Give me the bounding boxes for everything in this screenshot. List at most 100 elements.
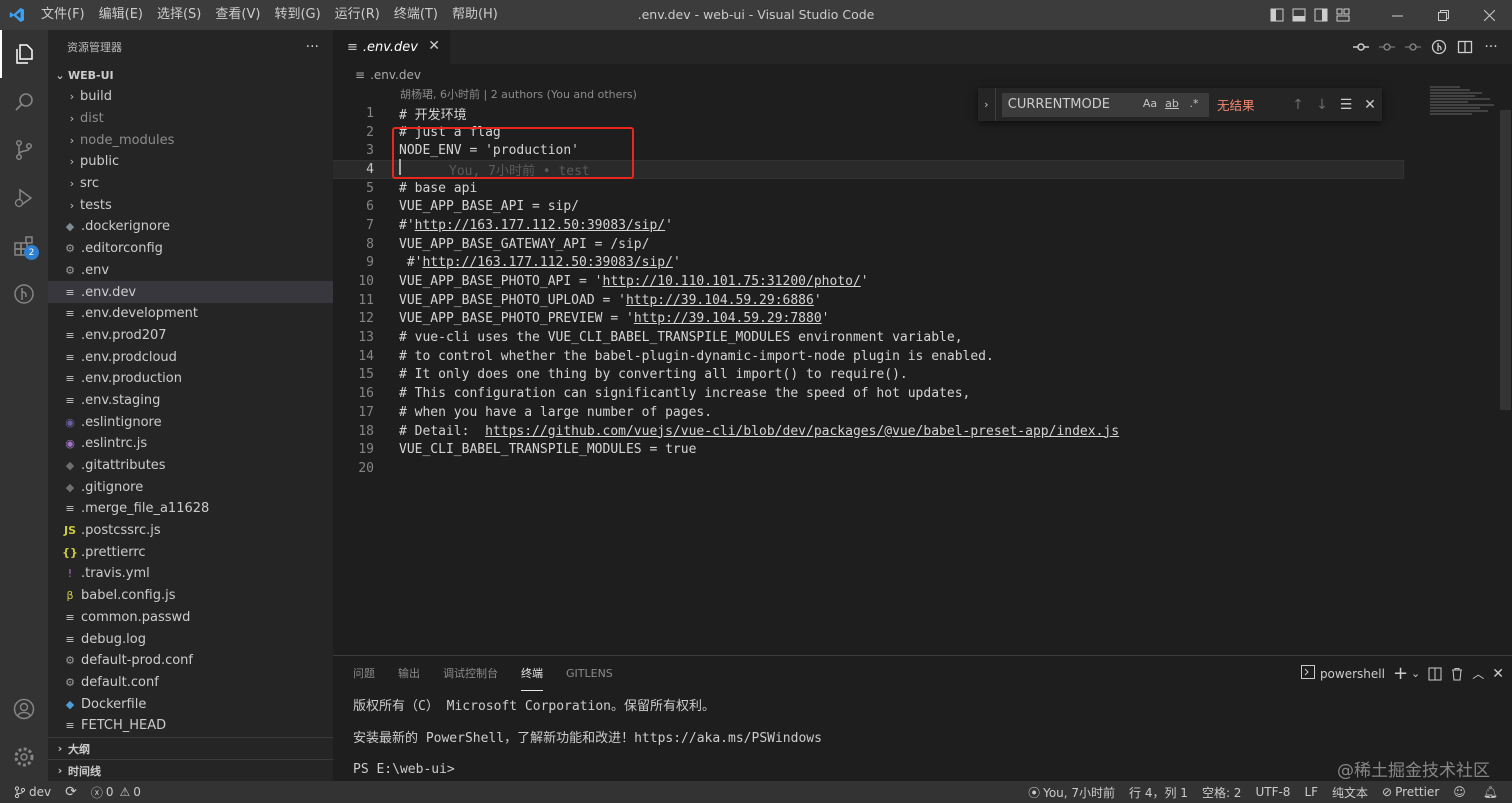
end-of-line[interactable]: LF	[1297, 785, 1325, 799]
code-line[interactable]: 9 #'http://163.177.112.50:39083/sip/'	[333, 254, 1512, 273]
notifications-bell-icon[interactable]: 🔔︎	[1476, 785, 1512, 799]
minimap[interactable]	[1430, 86, 1498, 126]
sync-icon[interactable]: ⟳	[58, 784, 84, 800]
menu-item[interactable]: 文件(F)	[34, 0, 92, 30]
git-branch-indicator[interactable]: dev	[0, 785, 58, 799]
next-match-icon[interactable]: ↓	[1310, 97, 1334, 113]
terminal-output[interactable]: 版权所有（C） Microsoft Corporation。保留所有权利。 安装最…	[333, 691, 1512, 786]
code-link[interactable]: http://39.104.59.29:6886	[626, 293, 814, 308]
trash-icon[interactable]	[1450, 656, 1464, 691]
split-editor-icon[interactable]	[1452, 35, 1478, 59]
code-line[interactable]: 13 # vue-cli uses the VUE_CLI_BABEL_TRANS…	[333, 328, 1512, 347]
source-control-icon[interactable]	[0, 126, 48, 174]
tree-file[interactable]: ≡ .env.dev	[48, 281, 333, 303]
panel-tab[interactable]: GITLENS	[566, 656, 613, 691]
terminal-shell-selector[interactable]: powershell	[1300, 656, 1385, 691]
tab-env-dev[interactable]: ≡ .env.dev ✕	[333, 30, 450, 64]
new-terminal-icon[interactable]: +	[1393, 656, 1408, 691]
more-actions-button[interactable]: ···	[306, 39, 319, 55]
code-line[interactable]: 10 VUE_APP_BASE_PHOTO_API = 'http://10.11…	[333, 272, 1512, 291]
indentation[interactable]: 空格: 2	[1195, 784, 1249, 801]
menu-item[interactable]: 运行(R)	[328, 0, 387, 30]
toggle-primary-sidebar-icon[interactable]	[1266, 0, 1288, 30]
problems-indicator[interactable]: ⓧ 0 ⚠ 0	[84, 784, 148, 801]
menu-item[interactable]: 选择(S)	[150, 0, 208, 30]
code-link[interactable]: http://39.104.59.29:7880	[634, 311, 822, 326]
tree-file[interactable]: ≡ .env.staging	[48, 390, 333, 412]
toggle-panel-icon[interactable]	[1288, 0, 1310, 30]
tree-file[interactable]: ◆ .gitignore	[48, 476, 333, 498]
tree-file[interactable]: ◉ .eslintignore	[48, 411, 333, 433]
explorer-icon[interactable]	[0, 30, 48, 78]
code-line[interactable]: 7 #'http://163.177.112.50:39083/sip/'	[333, 216, 1512, 235]
tree-file[interactable]: ≡ .env.prod207	[48, 325, 333, 347]
toggle-replace-icon[interactable]: ›	[978, 88, 996, 121]
manage-gear-icon[interactable]	[0, 733, 48, 781]
next-change-icon[interactable]	[1400, 35, 1426, 59]
tree-folder[interactable]: › node_modules	[48, 129, 333, 151]
menu-item[interactable]: 终端(T)	[387, 0, 445, 30]
tree-file[interactable]: ! .travis.yml	[48, 563, 333, 585]
tree-file[interactable]: ≡ .env.development	[48, 303, 333, 325]
cursor-position[interactable]: 行 4，列 1	[1122, 784, 1195, 801]
tree-folder[interactable]: › dist	[48, 108, 333, 130]
tree-file[interactable]: ⚙ default.conf	[48, 672, 333, 694]
tree-file[interactable]: ≡ FETCH_HEAD	[48, 715, 333, 737]
tree-file[interactable]: ≡ common.passwd	[48, 607, 333, 629]
match-case-toggle[interactable]: Aa	[1139, 97, 1161, 110]
menu-item[interactable]: 查看(V)	[208, 0, 267, 30]
gitlens-blame-icon[interactable]	[1426, 35, 1452, 59]
menu-item[interactable]: 转到(G)	[267, 0, 327, 30]
outline-section[interactable]: › 大纲	[48, 737, 333, 759]
previous-change-icon[interactable]	[1374, 35, 1400, 59]
tree-file[interactable]: β babel.config.js	[48, 585, 333, 607]
code-line[interactable]: 6 VUE_APP_BASE_API = sip/	[333, 197, 1512, 216]
menu-item[interactable]: 编辑(E)	[92, 0, 150, 30]
more-actions-icon[interactable]: ···	[1478, 35, 1504, 59]
gitlens-blame-status[interactable]: ⦿ You, 7小时前	[1021, 784, 1122, 801]
breadcrumb[interactable]: ≡ .env.dev	[333, 64, 1512, 86]
workspace-root[interactable]: ⌄ WEB-UI	[48, 64, 333, 86]
code-line[interactable]: 18 # Detail: https://github.com/vuejs/vue…	[333, 422, 1512, 441]
match-whole-word-toggle[interactable]: ab	[1161, 97, 1183, 110]
git-compare-icon[interactable]	[1348, 35, 1374, 59]
chevron-down-icon[interactable]: ⌄	[1411, 656, 1420, 691]
tree-file[interactable]: ≡ .env.production	[48, 368, 333, 390]
code-link[interactable]: http://163.177.112.50:39083/sip/	[415, 218, 665, 233]
code-line[interactable]: 12 VUE_APP_BASE_PHOTO_PREVIEW = 'http://3…	[333, 310, 1512, 329]
gitlens-icon[interactable]	[0, 270, 48, 318]
menu-item[interactable]: 帮助(H)	[445, 0, 505, 30]
code-line[interactable]: 15 # It only does one thing by converting…	[333, 366, 1512, 385]
run-debug-icon[interactable]	[0, 174, 48, 222]
prettier-status[interactable]: ⊘ Prettier	[1375, 785, 1446, 799]
tree-folder[interactable]: › tests	[48, 194, 333, 216]
find-in-selection-icon[interactable]: ☰	[1334, 97, 1358, 113]
tree-file[interactable]: ⚙ default-prod.conf	[48, 650, 333, 672]
search-icon[interactable]	[0, 78, 48, 126]
find-input[interactable]: CURRENTMODE Aa ab .*	[1001, 92, 1209, 117]
editor-scrollbar[interactable]	[1498, 86, 1512, 646]
language-mode[interactable]: 纯文本	[1325, 784, 1375, 801]
toggle-secondary-sidebar-icon[interactable]	[1310, 0, 1332, 30]
encoding[interactable]: UTF-8	[1248, 785, 1297, 799]
code-line[interactable]: 11 VUE_APP_BASE_PHOTO_UPLOAD = 'http://39…	[333, 291, 1512, 310]
timeline-section[interactable]: › 时间线	[48, 759, 333, 781]
restore-icon[interactable]	[1420, 0, 1466, 30]
close-panel-icon[interactable]: ✕	[1492, 656, 1504, 691]
customize-layout-icon[interactable]	[1332, 0, 1354, 30]
close-window-icon[interactable]	[1466, 0, 1512, 30]
panel-tab[interactable]: 终端	[521, 656, 543, 691]
tree-file[interactable]: ⚙ .editorconfig	[48, 238, 333, 260]
panel-tab[interactable]: 问题	[353, 656, 375, 691]
code-line[interactable]: 17 # when you have a large number of page…	[333, 403, 1512, 422]
tree-file[interactable]: {} .prettierrc	[48, 541, 333, 563]
tree-folder[interactable]: › public	[48, 151, 333, 173]
tree-file[interactable]: ⚙ .env	[48, 260, 333, 282]
code-line[interactable]: 20	[333, 459, 1512, 478]
tree-file[interactable]: ≡ .merge_file_a11628	[48, 498, 333, 520]
maximize-panel-icon[interactable]: ︿	[1472, 656, 1484, 691]
code-link[interactable]: https://github.com/vuejs/vue-cli/blob/de…	[485, 424, 1119, 439]
use-regex-toggle[interactable]: .*	[1183, 97, 1205, 110]
previous-match-icon[interactable]: ↑	[1286, 97, 1310, 113]
minimize-icon[interactable]	[1374, 0, 1420, 30]
